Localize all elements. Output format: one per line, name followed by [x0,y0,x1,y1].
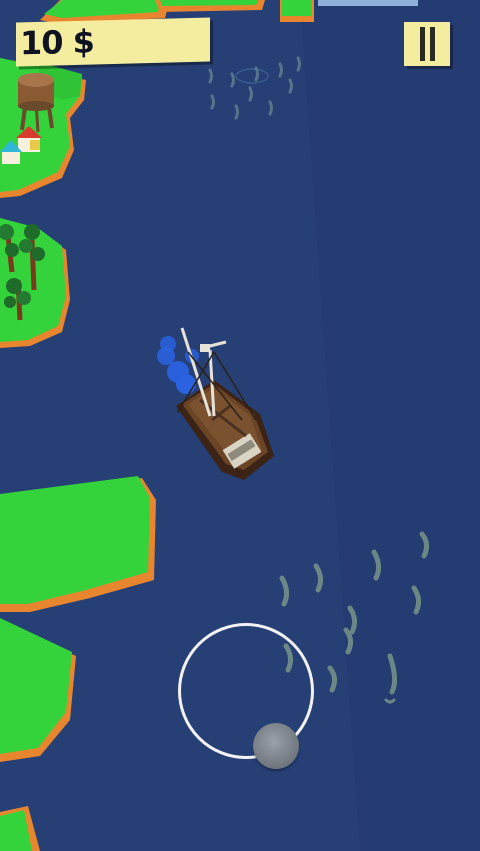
top-island-center [155,0,265,12]
money-panel: 10 $ [16,17,210,67]
joystick-knob[interactable] [253,723,299,769]
pause-button[interactable] [404,22,450,66]
pause-icon-bar-left [420,27,425,61]
money-value: 10 $ [20,22,94,63]
pause-icon-bar-right [430,27,435,61]
